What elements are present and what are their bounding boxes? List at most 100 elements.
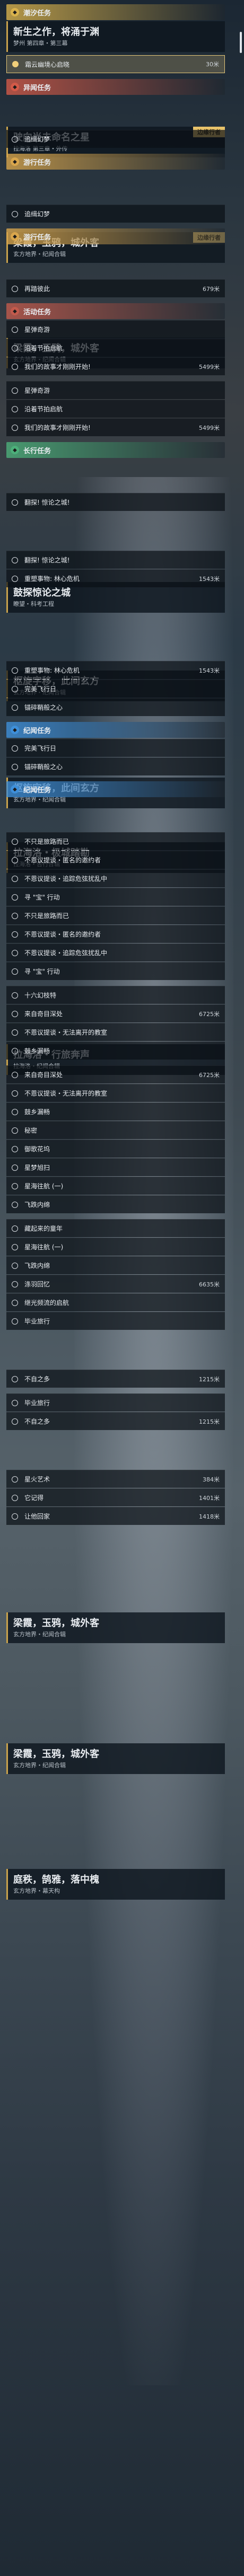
section-header[interactable]: ◆ 游行任务 <box>6 154 225 170</box>
objective-row[interactable]: 不只是旅路而已 <box>6 832 225 850</box>
section-header[interactable]: ◆ 纪闻任务 <box>6 781 225 797</box>
objective-label: 来自奇目深处 <box>24 1010 63 1018</box>
objective-row[interactable]: 来自奇目深处 6725米 <box>6 1065 225 1083</box>
objective-row[interactable]: 涤羽回忆 6635米 <box>6 1275 225 1293</box>
objective-label: 不恩议提谈・无法离开的教室 <box>24 1090 108 1097</box>
objective-row[interactable]: 它记得 1401米 <box>6 1488 225 1506</box>
objective-dot-icon <box>12 1108 18 1115</box>
objective-row[interactable]: 再踏彼此 679米 <box>6 279 225 297</box>
objective-row[interactable]: 鼓乡漏畅 <box>6 1042 225 1060</box>
quest-subtitle: 玄方地界・幕天构 <box>13 1887 60 1894</box>
objective-label: 星弹奇游 <box>24 326 50 333</box>
objective-label: 翻探! 惊论之城! <box>24 499 70 506</box>
objective-label: 不自之多 <box>24 1418 50 1425</box>
section-title: 游行任务 <box>23 158 51 167</box>
objective-row[interactable]: 不恩议提谈・匿名的邀约者 <box>6 851 225 869</box>
objective-distance: 1418米 <box>199 1513 220 1520</box>
quest-card[interactable]: 新生之作，将涌于渊 梦州 第四章・第三幕 <box>6 21 225 52</box>
objective-row[interactable]: 毕业旅行 <box>6 1393 225 1411</box>
section-header[interactable]: ◆ 异闻任务 <box>6 79 225 95</box>
objective-row[interactable]: 星火艺术 384米 <box>6 1470 225 1488</box>
objective-label: 不恩议提谈・追踪危弦扰乱中 <box>24 949 108 957</box>
objective-dot-icon <box>12 1201 18 1208</box>
objective-row[interactable]: 藏起来的童年 <box>6 1219 225 1237</box>
objective-row[interactable]: 御歌花坞 <box>6 1140 225 1158</box>
objective-row[interactable]: 完美飞行日 <box>6 739 225 757</box>
section-header[interactable]: ◆ 活动任务 <box>6 303 225 319</box>
objective-row[interactable]: 不恩议提谈・无法离开的教室 <box>6 1084 225 1102</box>
objective-row[interactable]: 沿着节拍启航 <box>6 339 225 357</box>
objective-row[interactable]: 不恩议提谈・无法离开的教室 <box>6 1023 225 1041</box>
quest-subtitle: 玄方地界・纪闻合辑 <box>13 1762 66 1769</box>
objective-dot-icon <box>12 1318 18 1325</box>
objective-label: 完美飞行日 <box>24 685 57 693</box>
objective-row[interactable]: 不恩议提谈・追踪危弦扰乱中 <box>6 943 225 961</box>
objective-row[interactable]: 不只是旅路而已 <box>6 906 225 924</box>
objective-row[interactable]: 翻探! 惊论之城! <box>6 551 225 569</box>
scrollbar-thumb[interactable] <box>240 32 242 53</box>
objective-row[interactable]: 星海往航 (一) <box>6 1238 225 1256</box>
objective-row[interactable]: 我们的故事才刚刚开始! 5499米 <box>6 357 225 375</box>
quest-card[interactable]: 梁霞，玉鸦，城外客玄方地界・纪闻合辑 <box>6 1743 225 1774</box>
objective-dot-icon <box>12 557 18 563</box>
objective-row[interactable]: 不恩议提谈・匿名的邀约者 <box>6 925 225 943</box>
objective-row[interactable]: 重塑事物: 林心危机 1543米 <box>6 569 225 587</box>
objective-dot-icon <box>12 931 18 938</box>
quest-card[interactable]: 梁霞，玉鸦，城外客玄方地界・纪闻合辑 <box>6 1612 225 1643</box>
objective-row[interactable]: 沿着节拍启航 <box>6 400 225 418</box>
objective-distance: 6725米 <box>199 1010 220 1018</box>
quest-card[interactable]: 庭秩，鹄雅，落中槐 玄方地界・幕天构 <box>6 1869 225 1900</box>
objective-dot-icon <box>12 1418 18 1425</box>
objective-row[interactable]: 星海往航 (一) <box>6 1177 225 1195</box>
objective-row[interactable]: 毕业旅行 <box>6 1312 225 1330</box>
objective-row[interactable]: 来自奇目深处 6725米 <box>6 1004 225 1022</box>
objective-row[interactable]: 不自之多 1215米 <box>6 1370 225 1388</box>
section-header[interactable]: ◆ 游行任务 <box>6 228 225 244</box>
objective-dot-icon <box>12 326 18 333</box>
objective-row[interactable]: 霜云幽境心启晓 30米 <box>6 55 225 73</box>
objective-row[interactable]: 锚碎鞘般之心 <box>6 698 225 716</box>
objective-row[interactable]: 飞跌内绵 <box>6 1195 225 1213</box>
objective-row[interactable]: 让他回家 1418米 <box>6 1507 225 1525</box>
objective-dot-icon <box>12 363 18 370</box>
quest-title: 鼓探惊论之城 <box>13 587 71 598</box>
objective-row[interactable]: 锚碎鞘般之心 <box>6 757 225 775</box>
objective-row[interactable]: 十六幻枝特 <box>6 986 225 1004</box>
objective-row[interactable]: 追缉幻梦 <box>6 205 225 223</box>
objective-dot-icon <box>12 345 18 351</box>
objective-dot-icon <box>12 1281 18 1287</box>
objective-row[interactable]: 星弹奇游 <box>6 381 225 399</box>
objective-row[interactable]: 鼓乡漏畅 <box>6 1102 225 1121</box>
objective-label: 不恩议提谈・匿名的邀约者 <box>24 857 101 864</box>
objective-label: 重塑事物: 林心危机 <box>24 575 80 583</box>
objective-row[interactable]: 重塑事物: 林心危机 1543米 <box>6 661 225 679</box>
objective-row[interactable]: 寻 "宝" 行动 <box>6 888 225 906</box>
objective-dot-icon <box>12 685 18 692</box>
objective-label: 不恩议提谈・匿名的邀约者 <box>24 931 101 938</box>
objective-label: 沿着节拍启航 <box>24 405 63 413</box>
objective-row[interactable]: 我们的故事才刚刚开始! 5499米 <box>6 418 225 436</box>
objective-dot-icon <box>12 1183 18 1189</box>
quest-subtitle: 梦州 第四章・第三幕 <box>13 40 68 47</box>
objective-row[interactable]: 星弹奇游 <box>6 320 225 338</box>
objective-dot-icon <box>12 992 18 999</box>
objective-row[interactable]: 秘密 <box>6 1121 225 1139</box>
section-header[interactable]: ◆ 长行任务 <box>6 442 225 458</box>
section-header[interactable]: ◆ 纪闻任务 <box>6 722 225 738</box>
objective-dot-icon <box>12 387 18 394</box>
objective-row[interactable]: 不自之多 1215米 <box>6 1412 225 1430</box>
objective-row[interactable]: 翻探! 惊论之城! <box>6 493 225 511</box>
objective-dot-icon <box>12 285 18 292</box>
section-header[interactable]: ◆ 潮汐任务 <box>6 4 225 20</box>
objective-row[interactable]: 飞跌内绵 <box>6 1256 225 1274</box>
objective-label: 翻探! 惊论之城! <box>24 557 70 564</box>
objective-row[interactable]: 继光频流的启航 <box>6 1293 225 1311</box>
objective-row[interactable]: 寻 "宝" 行动 <box>6 962 225 980</box>
objective-row[interactable]: 不恩议提谈・追踪危弦扰乱中 <box>6 869 225 887</box>
objective-dot-icon <box>12 1145 18 1152</box>
objective-row[interactable]: 星梦旭扫 <box>6 1158 225 1176</box>
quest-subtitle: 玄方地界・纪闻合辑 <box>13 1631 66 1638</box>
objective-row[interactable]: 追缉幻梦 <box>6 130 225 148</box>
objective-dot-icon <box>12 61 19 67</box>
objective-row[interactable]: 完美飞行日 <box>6 680 225 698</box>
